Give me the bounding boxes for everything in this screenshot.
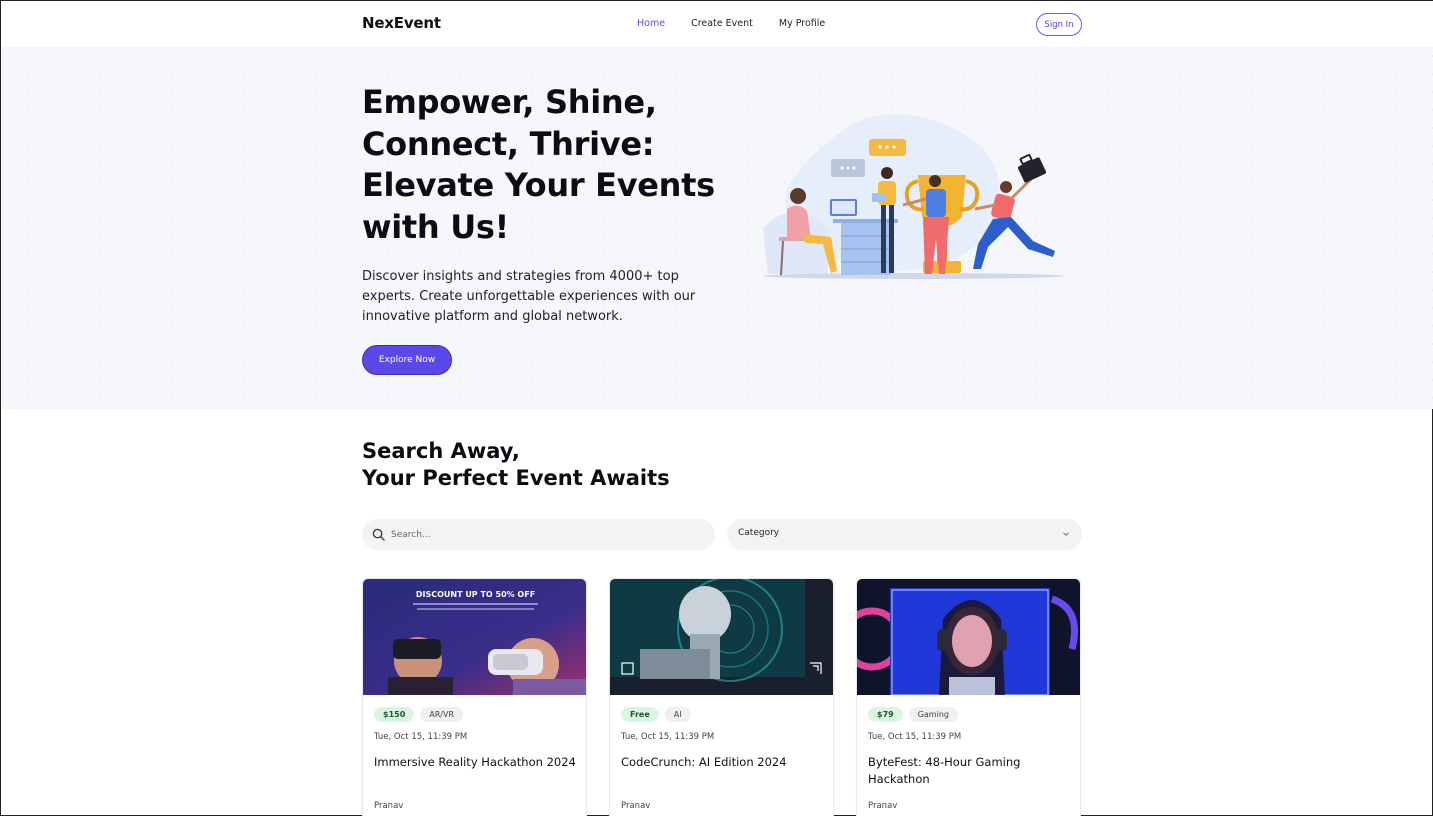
event-title[interactable]: CodeCrunch: AI Edition 2024 xyxy=(621,754,826,771)
nav-link-my-profile[interactable]: My Profile xyxy=(779,18,825,29)
price-tag: $150 xyxy=(374,707,415,722)
event-title[interactable]: ByteFest: 48-Hour Gaming Hackathon xyxy=(868,754,1073,788)
event-date: Tue, Oct 15, 11:39 PM xyxy=(374,732,468,742)
hero-section: Empower, Shine, Connect, Thrive: Elevate… xyxy=(1,47,1433,409)
search-title-line2: Your Perfect Event Awaits xyxy=(362,466,670,490)
search-section-title: Search Away, Your Perfect Event Awaits xyxy=(362,438,762,492)
brand-logo[interactable]: NexEvent xyxy=(362,14,441,32)
category-select[interactable]: Category xyxy=(727,519,1082,550)
price-tag: $79 xyxy=(868,707,903,722)
event-card[interactable]: Free AI Tue, Oct 15, 11:39 PM CodeCrunch… xyxy=(609,578,834,816)
search-input[interactable] xyxy=(391,519,701,550)
hero-subtitle: Discover insights and strategies from 40… xyxy=(362,269,696,324)
event-date: Tue, Oct 15, 11:39 PM xyxy=(621,732,715,742)
event-date: Tue, Oct 15, 11:39 PM xyxy=(868,732,962,742)
price-tag: Free xyxy=(621,707,659,722)
event-author: Pranav xyxy=(374,801,404,811)
event-title[interactable]: Immersive Reality Hackathon 2024 xyxy=(374,754,579,771)
hero-illustration xyxy=(763,114,1063,279)
event-image-gaming xyxy=(857,579,1080,695)
sign-in-button[interactable]: Sign In xyxy=(1036,13,1082,36)
event-image-ai-robot xyxy=(610,579,833,695)
hero-title: Empower, Shine, Connect, Thrive: Elevate… xyxy=(362,83,715,246)
event-tags: $79 Gaming xyxy=(868,707,958,722)
category-tag: AI xyxy=(664,707,691,722)
event-tags: $150 AR/VR xyxy=(374,707,464,722)
top-navbar: NexEvent Home Create Event My Profile Si… xyxy=(1,1,1433,47)
event-banner-text: DISCOUNT UP TO 50% OFF xyxy=(416,590,535,599)
chevron-down-icon xyxy=(1063,532,1069,536)
nav-link-create-event[interactable]: Create Event xyxy=(691,18,753,29)
category-select-label: Category xyxy=(738,528,780,538)
nav-links: Home Create Event My Profile xyxy=(637,18,851,29)
event-card[interactable]: $79 Gaming Tue, Oct 15, 11:39 PM ByteFes… xyxy=(856,578,1081,816)
event-author: Pranav xyxy=(621,801,651,811)
search-bar[interactable] xyxy=(362,519,715,550)
event-author: Pranav xyxy=(868,801,898,811)
explore-now-button[interactable]: Explore Now xyxy=(362,345,452,375)
event-tags: Free AI xyxy=(621,707,691,722)
category-tag: Gaming xyxy=(908,707,958,722)
event-card[interactable]: DISCOUNT UP TO 50% OFF $150 AR/VR Tue, O… xyxy=(362,578,587,816)
event-image-vr: DISCOUNT UP TO 50% OFF xyxy=(363,579,586,695)
search-icon xyxy=(372,528,385,541)
category-tag: AR/VR xyxy=(420,707,464,722)
search-title-line1: Search Away, xyxy=(362,439,520,463)
nav-link-home[interactable]: Home xyxy=(637,18,665,29)
